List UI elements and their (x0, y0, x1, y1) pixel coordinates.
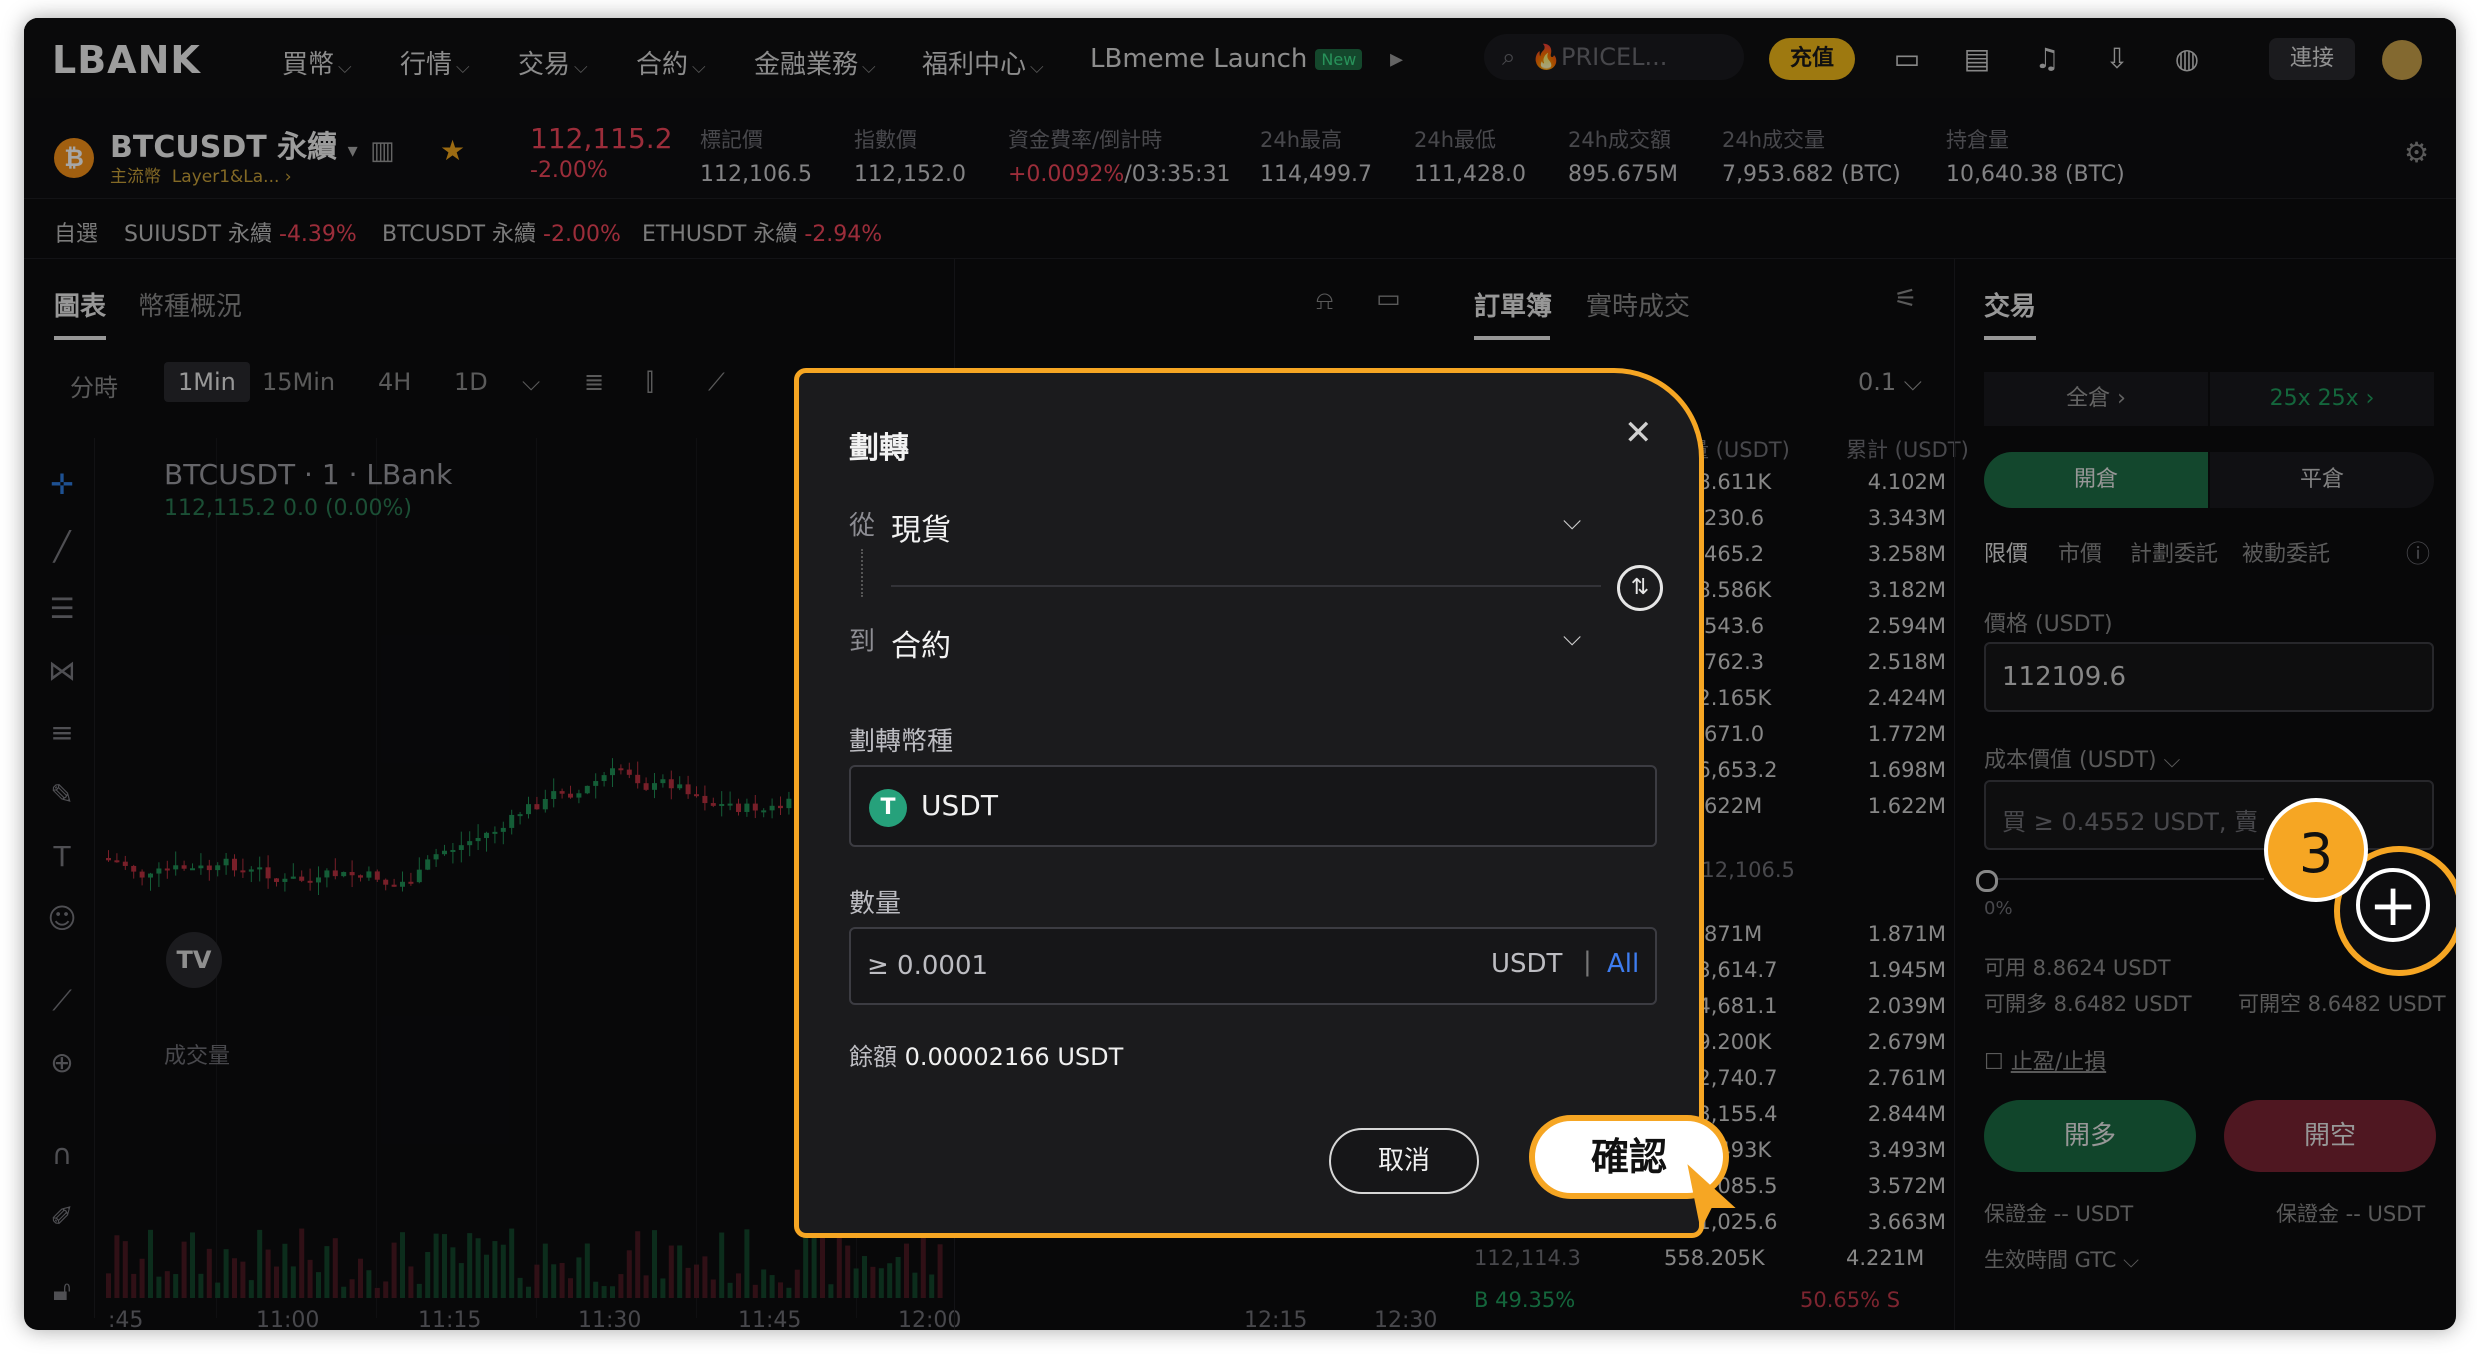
close-icon[interactable]: ✕ (1624, 413, 1653, 453)
from-label: 從 (849, 511, 876, 541)
modal-title: 劃轉 (849, 431, 909, 466)
amount-label: 數量 (849, 889, 902, 919)
cursor-pointer-icon (1687, 1164, 1736, 1231)
chevron-down-icon: ⌵ (1563, 507, 1582, 535)
all-button[interactable]: All (1607, 949, 1639, 979)
app-window: LBANK 買幣 ⌵ 行情 ⌵ 交易 ⌵ 合約 ⌵ 金融業務 ⌵ 福利中心 ⌵ LBmeme… (24, 18, 2456, 1330)
cancel-button[interactable]: 取消 (1329, 1128, 1479, 1194)
to-label: 到 (849, 627, 876, 657)
add-transfer-icon[interactable]: + (2356, 868, 2430, 942)
currency-label: 劃轉幣種 (849, 727, 954, 757)
step-badge: 3 (2264, 798, 2368, 902)
transfer-modal: 劃轉 ✕ 從 現貨 ⌵ ⇅ 到 合約 ⌵ 劃轉幣種 T USDT 數量 ≥ 0.… (794, 368, 1736, 1238)
from-select[interactable]: 現貨 ⌵ (891, 489, 1591, 551)
balance-text: 餘額 0.00002166 USDT (849, 1043, 1124, 1071)
amount-input[interactable]: ≥ 0.0001 USDT | All (849, 927, 1657, 1005)
amount-unit: USDT (1491, 949, 1563, 979)
tether-icon: T (869, 789, 907, 827)
chevron-down-icon: ⌵ (1563, 623, 1582, 651)
swap-icon[interactable]: ⇅ (1617, 565, 1663, 611)
to-select[interactable]: 合約 ⌵ (891, 605, 1591, 667)
currency-select[interactable]: T USDT (849, 765, 1657, 847)
